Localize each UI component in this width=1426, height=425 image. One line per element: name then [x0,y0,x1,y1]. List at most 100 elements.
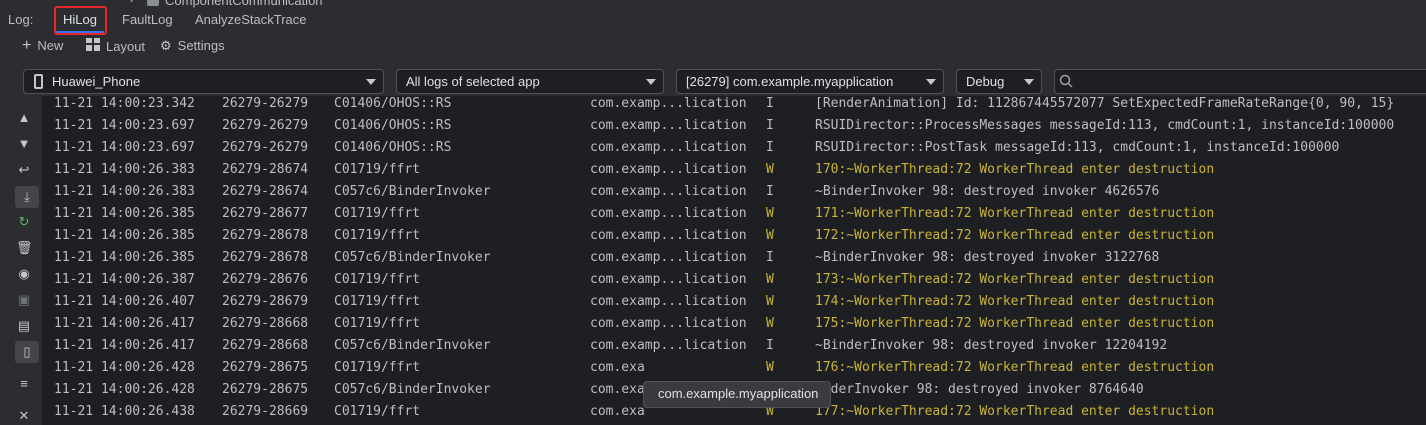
video-icon[interactable]: ▣ [16,292,32,308]
log-time: 11-21 14:00:26.383 [54,162,195,177]
chevron-down-icon [1024,79,1034,85]
layout-button[interactable]: Layout [86,38,145,54]
log-tag: C01719/ffrt [334,272,421,287]
filter-settings-icon[interactable]: ≡ [16,376,32,392]
log-pid: 26279-28675 [222,360,309,375]
log-level: I [766,118,774,133]
log-level: W [766,360,774,375]
log-row[interactable]: 11-21 14:00:26.385 26279-28678 C01719/ffrt… [42,225,1426,247]
log-pid: 26279-28674 [222,184,309,199]
device-icon[interactable]: ▯ [19,344,35,360]
log-level: I [766,250,774,265]
log-package: com.examp...lication [590,338,747,353]
log-message: ~BinderInvoker 98: destroyed invoker 122… [815,338,1168,353]
layout-icon [86,38,100,54]
log-package: com.examp...lication [590,184,747,199]
scroll-to-end-icon[interactable]: ⤓ [19,189,35,205]
log-row[interactable]: 11-21 14:00:26.407 26279-28679 C01719/ffrt… [42,291,1426,313]
log-row[interactable]: 11-21 14:00:26.417 26279-28668 C01719/ffrt… [42,313,1426,335]
chevron-down-icon: ∨ [128,0,135,5]
log-tag: C057c6/BinderInvoker [334,338,491,353]
log-pid: 26279-28675 [222,382,309,397]
chevron-down-icon [366,79,376,85]
process-value: [26279] com.example.myapplication [686,74,894,89]
log-level: W [766,162,774,177]
log-scope-select[interactable]: All logs of selected app [396,69,664,94]
log-row[interactable]: 11-21 14:00:26.387 26279-28676 C01719/ffrt… [42,269,1426,291]
camera-icon[interactable]: ◉ [16,266,32,282]
log-tag: C01719/ffrt [334,360,421,375]
log-row[interactable]: 11-21 14:00:23.342 26279-26279 C01406/OHOS… [42,96,1426,115]
log-package: com.exa [590,404,645,419]
device-select[interactable]: Huawei_Phone [23,69,384,94]
log-tag: C01406/OHOS::RS [334,118,452,133]
log-row[interactable]: 11-21 14:00:26.385 26279-28677 C01719/ffrt… [42,203,1426,225]
settings-button[interactable]: ⚙ Settings [160,38,225,54]
log-level: W [766,272,774,287]
close-icon[interactable]: ✕ [16,408,32,424]
trash-icon[interactable]: 🗑 [16,240,33,256]
log-tag: C057c6/BinderInvoker [334,250,491,265]
log-package: com.examp...lication [590,118,747,133]
log-label: Log: [8,12,34,27]
log-row[interactable]: 11-21 14:00:26.383 26279-28674 C01719/ffrt… [42,159,1426,181]
log-time: 11-21 14:00:26.407 [54,294,195,309]
log-pid: 26279-26279 [222,118,309,133]
tab-analyze-stack-trace[interactable]: AnalyzeStackTrace [195,12,307,27]
log-time: 11-21 14:00:26.387 [54,272,195,287]
restart-icon[interactable]: ↻ [16,214,32,230]
process-select[interactable]: [26279] com.example.myapplication [676,69,944,94]
log-level: I [766,140,774,155]
log-tab-bar: Log: HiLog FaultLog AnalyzeStackTrace [0,6,1426,35]
log-package: com.exa [590,382,645,397]
log-package: com.examp...lication [590,228,747,243]
log-pid: 26279-28678 [222,250,309,265]
log-output[interactable]: 11-21 14:00:23.342 26279-26279 C01406/OHOS… [42,96,1426,425]
log-package: com.examp...lication [590,206,747,221]
log-row[interactable]: 11-21 14:00:23.697 26279-26279 C01406/OHOS… [42,115,1426,137]
log-package: com.exa [590,360,645,375]
log-level-value: Debug [966,74,1005,89]
log-pid: 26279-28679 [222,294,309,309]
log-package: com.examp...lication [590,250,747,265]
log-message: 177:~WorkerThread:72 WorkerThread enter … [815,404,1215,419]
log-row[interactable]: 11-21 14:00:23.697 26279-26279 C01406/OHOS… [42,137,1426,159]
log-side-toolbar: ▲ ▼ ↩ ⤓ ↻ 🗑 ◉ ▣ ▤ ▯ ≡ ✕ [0,96,42,425]
save-icon[interactable]: ▤ [16,318,32,334]
log-tag: C057c6/BinderInvoker [334,184,491,199]
highlight-box [54,6,107,35]
log-message: 172:~WorkerThread:72 WorkerThread enter … [815,228,1215,243]
log-time: 11-21 14:00:26.385 [54,250,195,265]
log-message: RSUIDirector::ProcessMessages messageId:… [815,118,1395,133]
log-row[interactable]: 11-21 14:00:26.385 26279-28678 C057c6/Bind… [42,247,1426,269]
log-row[interactable]: 11-21 14:00:26.428 26279-28675 C01719/ffrt… [42,357,1426,379]
arrow-down-icon[interactable]: ▼ [16,136,32,152]
gear-icon: ⚙ [160,38,172,53]
log-toolbar: + New Layout ⚙ Settings [0,34,1426,58]
layout-label: Layout [106,39,146,54]
log-package: com.examp...lication [590,162,747,177]
log-pid: 26279-28678 [222,228,309,243]
log-level: W [766,316,774,331]
breadcrumb-text: ComponentCommunication [165,0,323,8]
log-package: com.examp...lication [590,140,747,155]
log-message: 175:~WorkerThread:72 WorkerThread enter … [815,316,1215,331]
log-pid: 26279-28676 [222,272,309,287]
log-row[interactable]: 11-21 14:00:26.417 26279-28668 C057c6/Bind… [42,335,1426,357]
tooltip: com.example.myapplication [643,381,831,408]
tab-faultlog[interactable]: FaultLog [122,12,173,27]
log-pid: 26279-26279 [222,96,309,111]
new-label: New [37,38,64,53]
new-button[interactable]: + New [22,37,64,54]
chevron-down-icon [646,79,656,85]
log-row[interactable]: 11-21 14:00:26.383 26279-28674 C057c6/Bind… [42,181,1426,203]
plus-icon: + [22,37,32,54]
log-level-select[interactable]: Debug [956,69,1042,94]
settings-label: Settings [177,38,225,53]
log-message: RSUIDirector::PostTask messageId:113, cm… [815,140,1340,155]
soft-wrap-icon[interactable]: ↩ [16,162,32,178]
search-input[interactable] [1054,69,1426,94]
arrow-up-icon[interactable]: ▲ [16,110,32,126]
log-package: com.examp...lication [590,316,747,331]
log-tag: C01406/OHOS::RS [334,96,452,111]
